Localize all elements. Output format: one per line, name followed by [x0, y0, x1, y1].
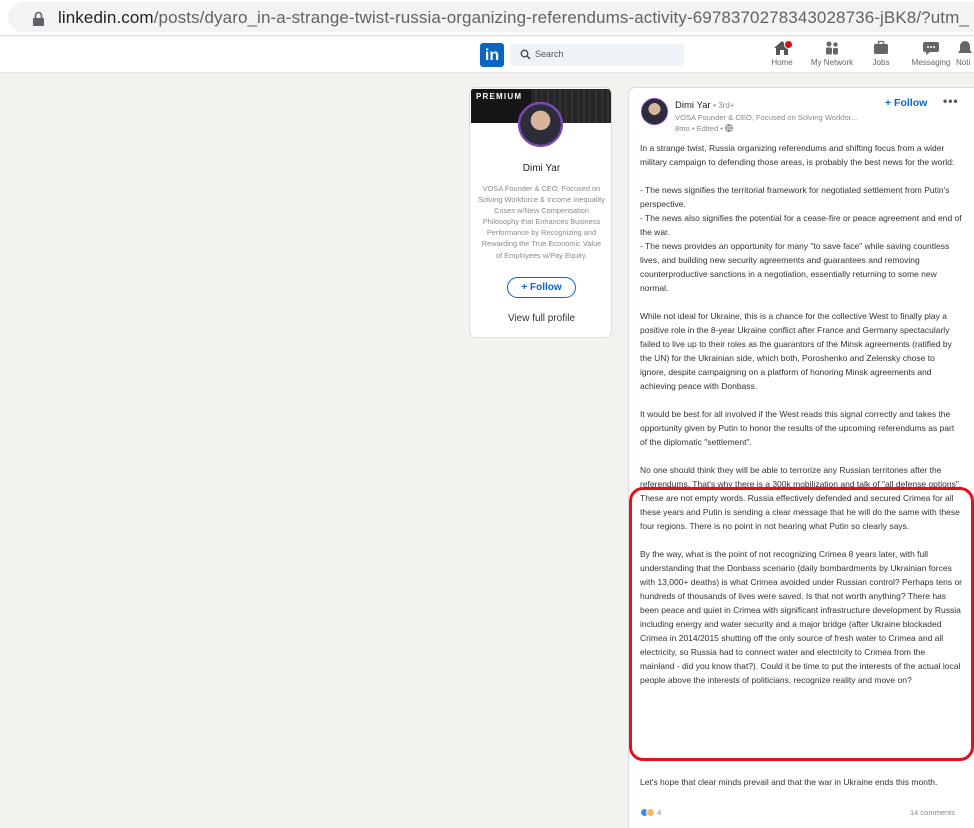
url-host: linkedin.com — [58, 8, 154, 27]
linkedin-logo[interactable]: in — [480, 43, 504, 67]
nav-jobs-label: Jobs — [872, 58, 890, 67]
linkedin-header: in Search Home My Network Jobs Messaging… — [0, 37, 974, 73]
jobs-icon — [874, 40, 888, 54]
post-card: Dimi Yar • 3rd+ VOSA Founder & CEO, Focu… — [628, 87, 974, 828]
author-headline: VOSA Founder & CEO, Focused on Solving W… — [675, 113, 858, 122]
profile-headline: VOSA Founder & CEO, Focused on Solving W… — [478, 184, 605, 260]
profile-follow-button[interactable]: + Follow — [507, 277, 576, 298]
globe-icon — [725, 124, 733, 132]
search-input[interactable]: Search — [510, 44, 684, 66]
nav-notifications-label: Noti — [956, 58, 971, 67]
author-name-line[interactable]: Dimi Yar • 3rd+ — [675, 100, 734, 111]
nav-notifications[interactable]: Noti — [956, 40, 974, 72]
post-paragraph: It would be best for all involved if the… — [640, 409, 955, 447]
url-path: /posts/dyaro_in-a-strange-twist-russia-o… — [153, 8, 969, 27]
post-closing: Let's hope that clear minds prevail and … — [640, 775, 962, 789]
more-options-icon[interactable]: ••• — [943, 94, 959, 108]
insightful-reaction-icon — [646, 808, 655, 817]
messaging-icon — [923, 42, 939, 55]
red-highlight-annotation — [629, 487, 974, 761]
lock-icon — [33, 11, 44, 26]
nav-my-network-label: My Network — [810, 58, 854, 67]
nav-home[interactable]: Home — [768, 40, 796, 72]
browser-address-bar: linkedin.com/posts/dyaro_in-a-strange-tw… — [0, 0, 974, 36]
post-meta: 8mo • Edited • — [675, 124, 733, 133]
profile-card: PREMIUM Dimi Yar VOSA Founder & CEO, Foc… — [469, 87, 612, 338]
post-paragraph: In a strange twist, Russia organizing re… — [640, 143, 955, 167]
url-field[interactable]: linkedin.com/posts/dyaro_in-a-strange-tw… — [8, 2, 974, 32]
post-paragraph: - The news provides an opportunity for m… — [640, 241, 950, 293]
premium-ring — [518, 102, 563, 147]
reaction-count: 4 — [657, 808, 662, 817]
post-paragraph: While not ideal for Ukraine, this is a c… — [640, 311, 952, 391]
nav-my-network[interactable]: My Network — [806, 40, 858, 72]
post-paragraph: - The news signifies the territorial fra… — [640, 185, 950, 209]
post-timestamp: 8mo • Edited • — [675, 124, 723, 133]
post-follow-button[interactable]: + Follow — [885, 97, 927, 109]
view-full-profile-link[interactable]: View full profile — [470, 313, 611, 324]
notifications-icon — [958, 41, 972, 53]
nav-home-label: Home — [771, 58, 793, 67]
connection-degree: • 3rd+ — [713, 101, 735, 110]
author-avatar[interactable] — [641, 98, 668, 125]
search-icon — [520, 49, 531, 60]
network-icon — [826, 41, 838, 55]
comments-count[interactable]: 14 comments — [910, 808, 955, 817]
premium-label: PREMIUM — [476, 92, 523, 101]
notification-badge — [784, 40, 793, 49]
profile-name[interactable]: Dimi Yar — [470, 163, 611, 174]
url-text: linkedin.com/posts/dyaro_in-a-strange-tw… — [58, 8, 969, 28]
post-paragraph: - The news also signifies the potential … — [640, 213, 962, 237]
author-name[interactable]: Dimi Yar — [675, 100, 711, 111]
nav-jobs[interactable]: Jobs — [868, 40, 894, 72]
post-paragraph: Let's hope that clear minds prevail and … — [640, 777, 938, 787]
nav-messaging-label: Messaging — [911, 58, 951, 67]
reactions-summary[interactable]: 4 — [640, 808, 661, 820]
search-placeholder: Search — [535, 49, 564, 59]
nav-messaging[interactable]: Messaging — [910, 40, 952, 72]
